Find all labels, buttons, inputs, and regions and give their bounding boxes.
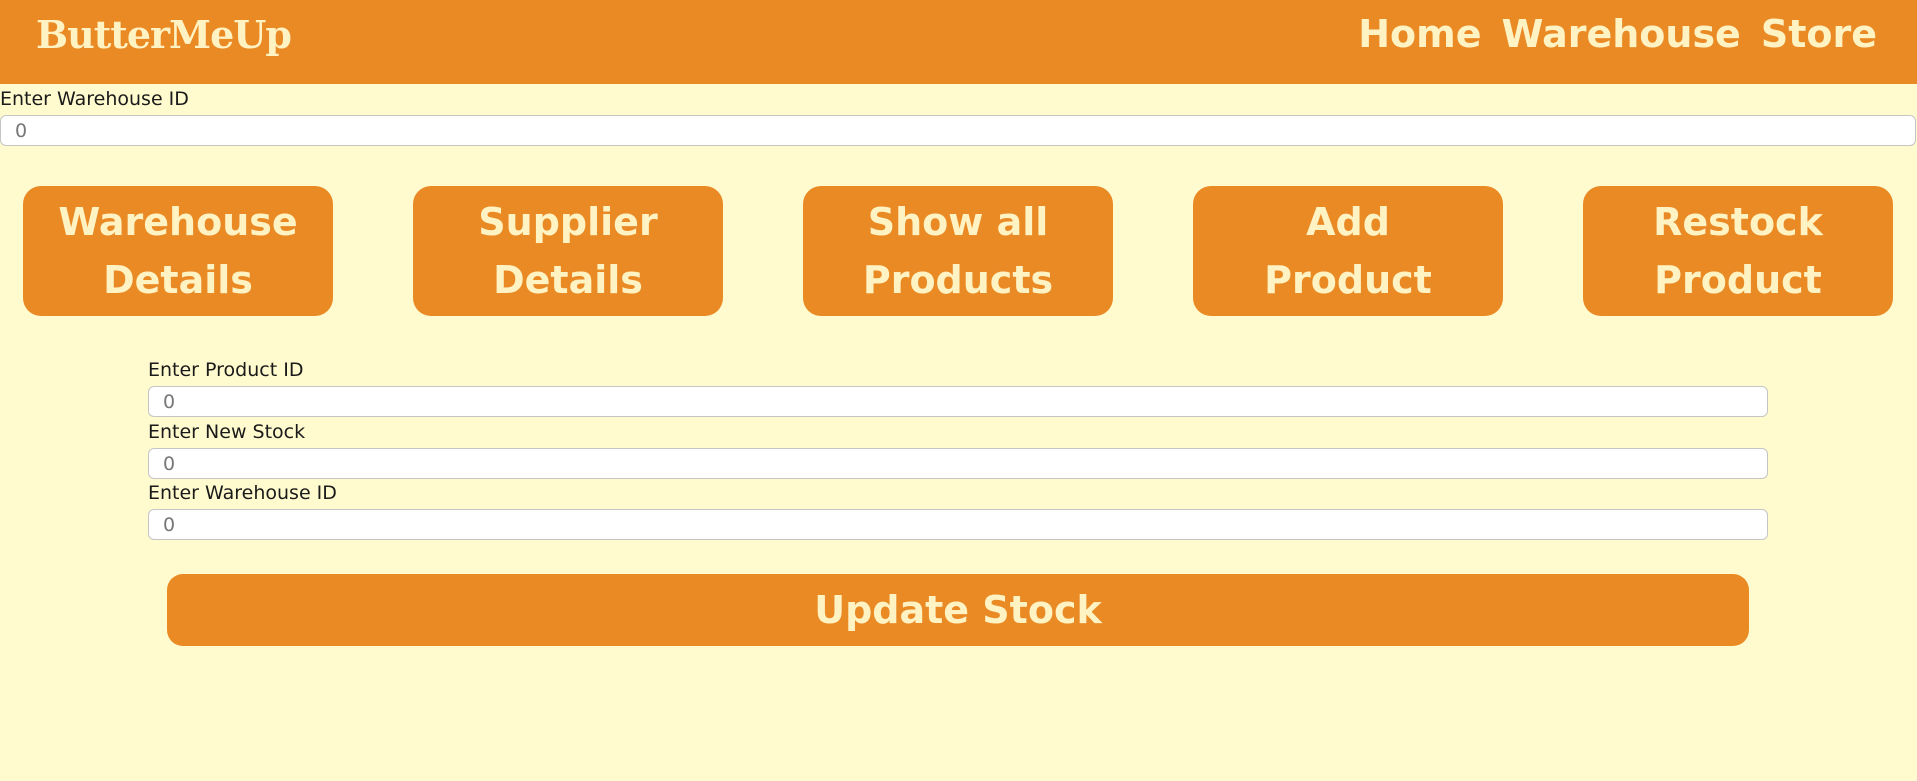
restock-warehouse-id-label: Enter Warehouse ID (148, 482, 337, 504)
nav-links: Home Warehouse Store (1358, 12, 1877, 56)
top-navbar: ButterMeUp Home Warehouse Store (0, 0, 1917, 84)
show-all-products-button[interactable]: Show all Products (803, 186, 1113, 316)
nav-link-store[interactable]: Store (1761, 12, 1877, 56)
new-stock-label: Enter New Stock (148, 421, 306, 443)
restock-product-button[interactable]: Restock Product (1583, 186, 1893, 316)
nav-link-warehouse[interactable]: Warehouse (1502, 12, 1741, 56)
warehouse-id-label: Enter Warehouse ID (0, 88, 189, 110)
brand-logo[interactable]: ButterMeUp (36, 12, 292, 57)
warehouse-id-input[interactable] (0, 115, 1916, 146)
nav-link-home[interactable]: Home (1358, 12, 1481, 56)
product-id-input[interactable] (148, 386, 1768, 417)
new-stock-input[interactable] (148, 448, 1768, 479)
add-product-button[interactable]: Add Product (1193, 186, 1503, 316)
product-id-label: Enter Product ID (148, 359, 304, 381)
restock-warehouse-id-input[interactable] (148, 509, 1768, 540)
supplier-details-button[interactable]: Supplier Details (413, 186, 723, 316)
update-stock-button[interactable]: Update Stock (167, 574, 1749, 646)
warehouse-details-button[interactable]: Warehouse Details (23, 186, 333, 316)
